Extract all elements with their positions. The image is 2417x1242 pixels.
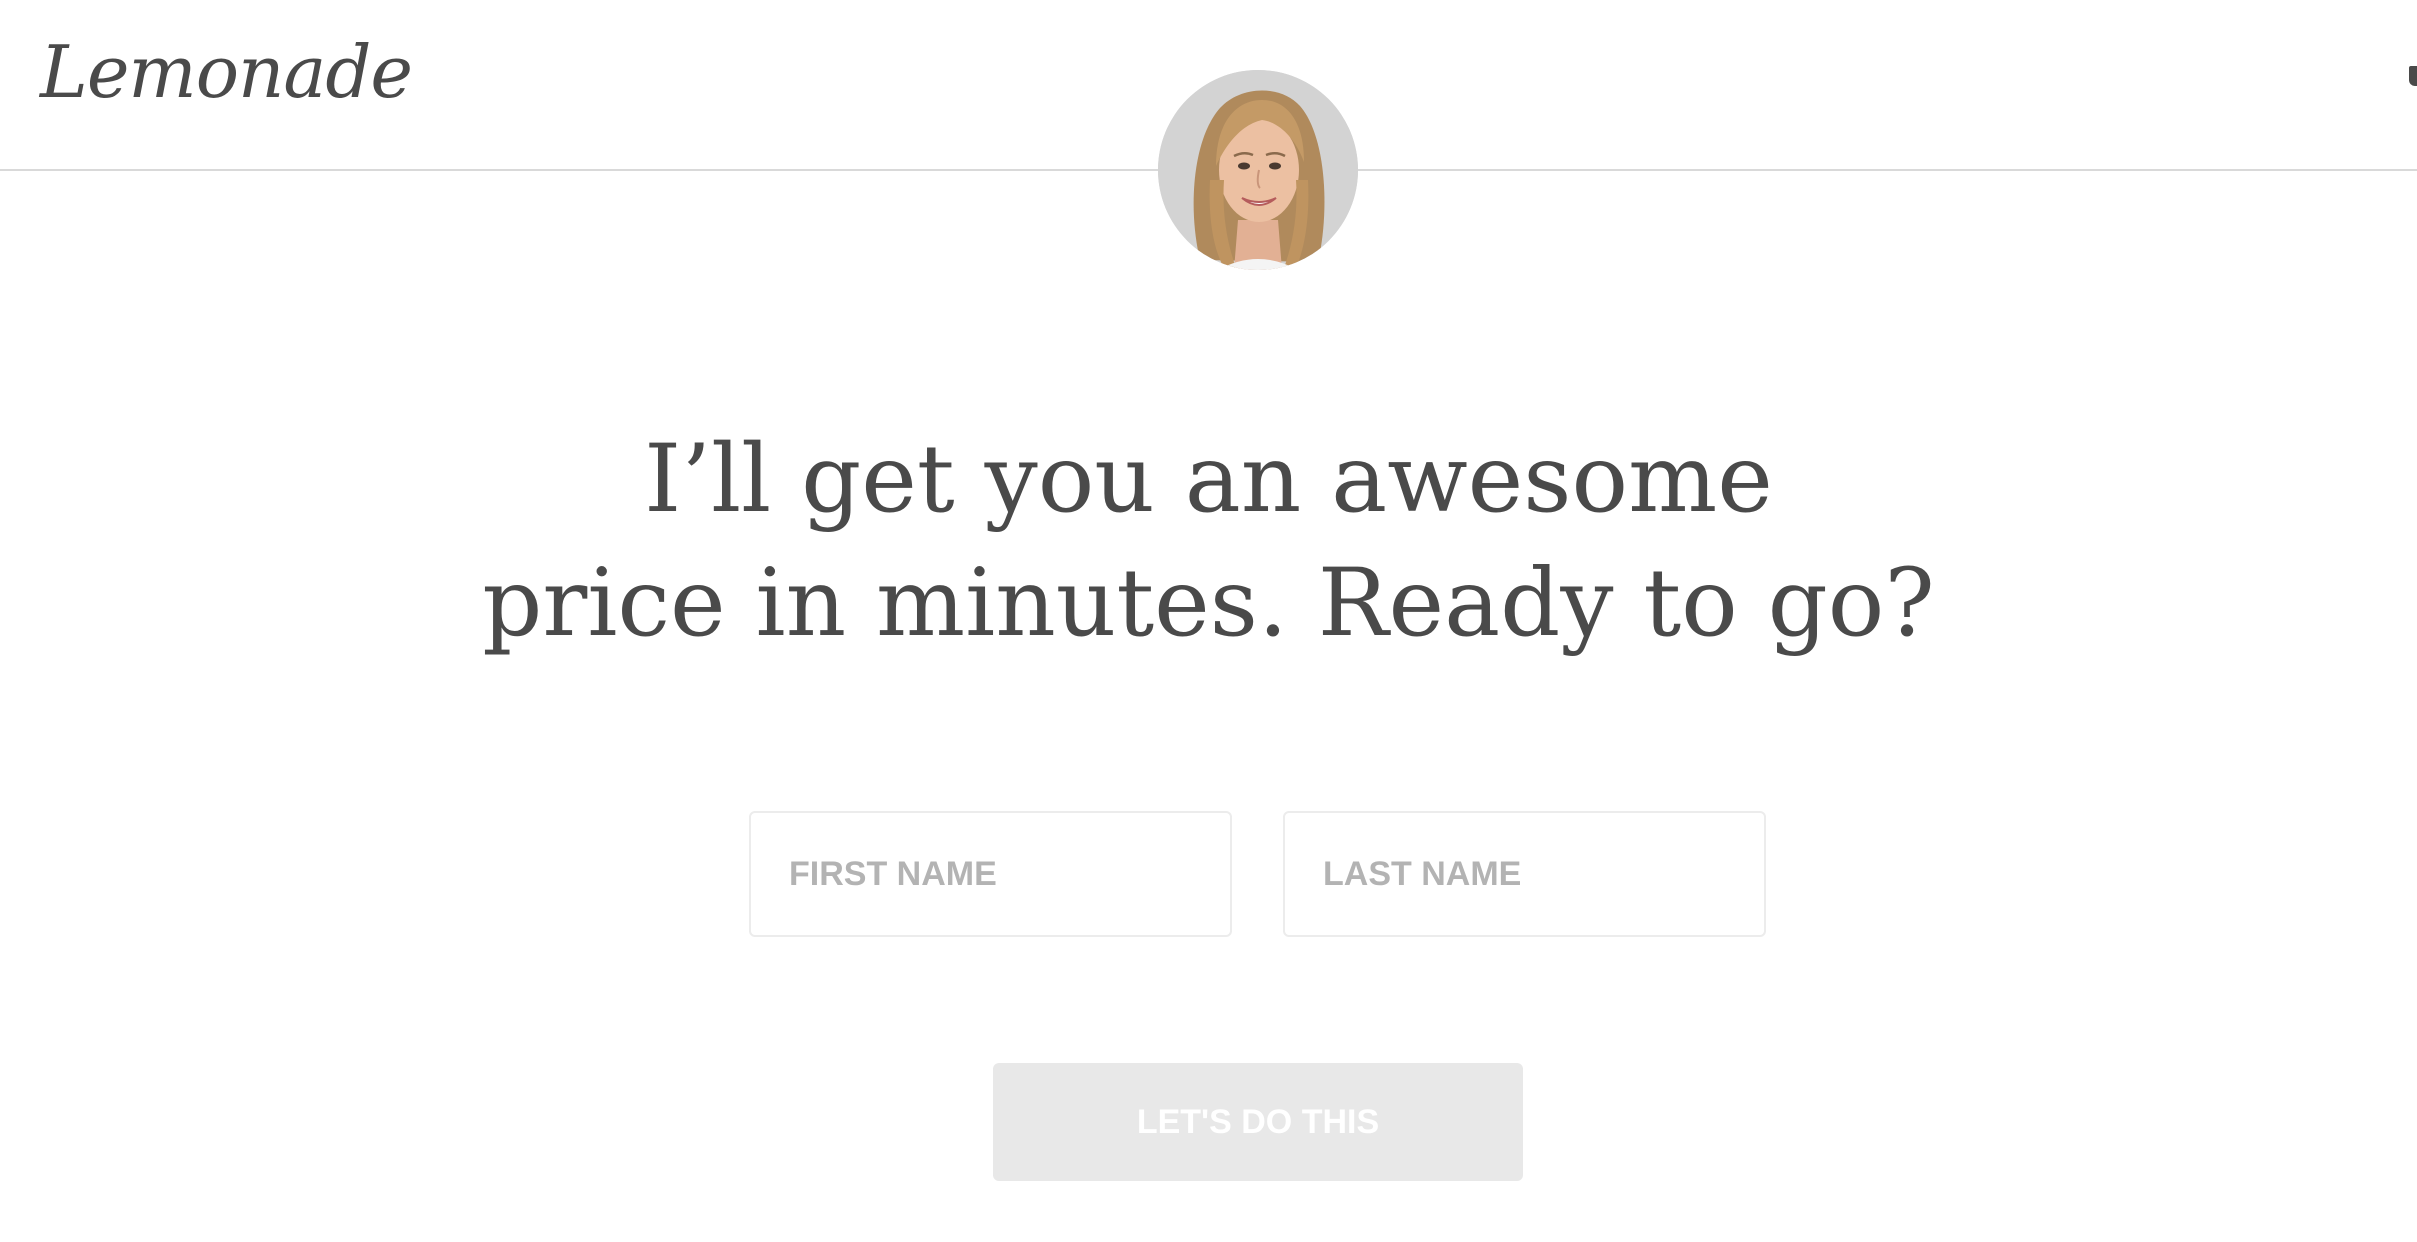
first-name-field[interactable] bbox=[749, 811, 1232, 937]
lemonade-logo[interactable]: Lemonade bbox=[40, 30, 413, 114]
last-name-field[interactable] bbox=[1283, 811, 1766, 937]
menu-icon-partial[interactable] bbox=[2409, 66, 2417, 86]
lets-do-this-button[interactable]: LET'S DO THIS bbox=[993, 1063, 1523, 1181]
headline-line-1: I’ll get you an awesome bbox=[644, 425, 1773, 534]
page: Lemonade I’ll get you an awesome price i… bbox=[0, 0, 2417, 1242]
headline-line-2: price in minutes. Ready to go? bbox=[482, 549, 1935, 658]
assistant-avatar bbox=[1158, 70, 1358, 270]
page-headline: I’ll get you an awesome price in minutes… bbox=[0, 418, 2417, 666]
avatar-photo-icon bbox=[1158, 70, 1358, 270]
